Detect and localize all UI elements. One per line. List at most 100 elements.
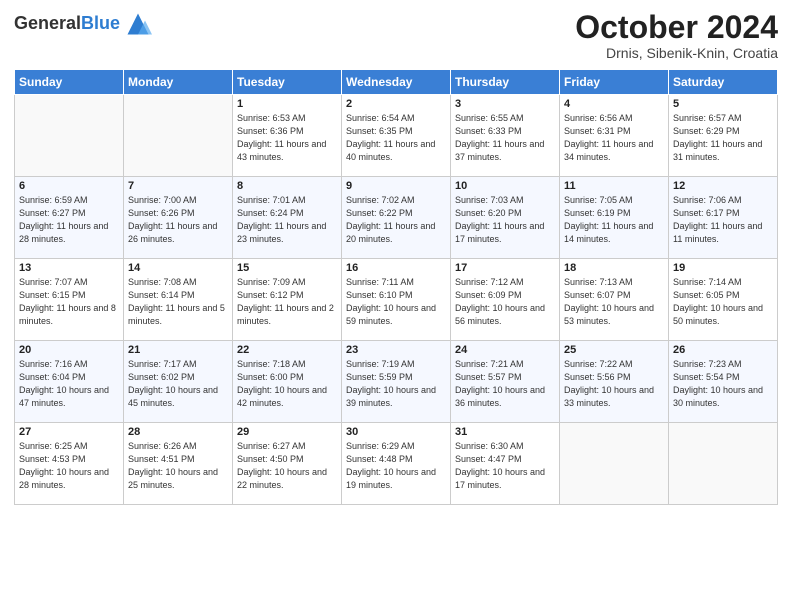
cell-info: Sunrise: 6:30 AM Sunset: 4:47 PM Dayligh…: [455, 440, 555, 492]
col-wednesday: Wednesday: [342, 70, 451, 95]
calendar-cell: 17Sunrise: 7:12 AM Sunset: 6:09 PM Dayli…: [451, 259, 560, 341]
calendar-cell: 27 Sunrise: 6:25 AM Sunset: 4:53 PM Dayli…: [15, 423, 124, 505]
calendar-cell: 1 Sunrise: 6:53 AM Sunset: 6:36 PM Daylig…: [233, 95, 342, 177]
day-number: 1: [237, 98, 337, 110]
day-number: 21: [128, 344, 228, 356]
cell-info: Sunrise: 7:07 AM Sunset: 6:15 PM Dayligh…: [19, 276, 119, 328]
month-title: October 2024: [575, 10, 778, 45]
cell-info: Sunrise: 7:09 AM Sunset: 6:12 PM Dayligh…: [237, 276, 337, 328]
calendar-cell: 11 Sunrise: 7:05 AM Sunset: 6:19 PM Dayli…: [560, 177, 669, 259]
cell-info: Sunrise: 7:23 AM Sunset: 5:54 PM Dayligh…: [673, 358, 773, 410]
calendar-cell: 12 Sunrise: 7:06 AM Sunset: 6:17 PM Dayli…: [669, 177, 778, 259]
cell-info: Sunrise: 7:11 AM Sunset: 6:10 PM Dayligh…: [346, 276, 446, 328]
cell-info: Sunrise: 7:17 AM Sunset: 6:02 PM Dayligh…: [128, 358, 228, 410]
calendar-cell: 18Sunrise: 7:13 AM Sunset: 6:07 PM Dayli…: [560, 259, 669, 341]
calendar-cell: [124, 95, 233, 177]
day-number: 14: [128, 262, 228, 274]
calendar-cell: 21 Sunrise: 7:17 AM Sunset: 6:02 PM Dayli…: [124, 341, 233, 423]
calendar-cell: 25Sunrise: 7:22 AM Sunset: 5:56 PM Dayli…: [560, 341, 669, 423]
day-number: 18: [564, 262, 664, 274]
day-number: 22: [237, 344, 337, 356]
calendar-cell: [15, 95, 124, 177]
header-row: Sunday Monday Tuesday Wednesday Thursday…: [15, 70, 778, 95]
calendar-cell: 19 Sunrise: 7:14 AM Sunset: 6:05 PM Dayli…: [669, 259, 778, 341]
calendar-body: 1 Sunrise: 6:53 AM Sunset: 6:36 PM Daylig…: [15, 95, 778, 505]
col-friday: Friday: [560, 70, 669, 95]
calendar-cell: 9 Sunrise: 7:02 AM Sunset: 6:22 PM Daylig…: [342, 177, 451, 259]
week-row-3: 13 Sunrise: 7:07 AM Sunset: 6:15 PM Dayli…: [15, 259, 778, 341]
cell-info: Sunrise: 6:26 AM Sunset: 4:51 PM Dayligh…: [128, 440, 228, 492]
title-block: October 2024 Drnis, Sibenik-Knin, Croati…: [575, 10, 778, 61]
calendar-cell: 30Sunrise: 6:29 AM Sunset: 4:48 PM Dayli…: [342, 423, 451, 505]
cell-info: Sunrise: 6:59 AM Sunset: 6:27 PM Dayligh…: [19, 194, 119, 246]
cell-info: Sunrise: 6:57 AM Sunset: 6:29 PM Dayligh…: [673, 112, 773, 164]
calendar-cell: 14Sunrise: 7:08 AM Sunset: 6:14 PM Dayli…: [124, 259, 233, 341]
cell-info: Sunrise: 7:05 AM Sunset: 6:19 PM Dayligh…: [564, 194, 664, 246]
day-number: 26: [673, 344, 773, 356]
day-number: 7: [128, 180, 228, 192]
day-number: 9: [346, 180, 446, 192]
day-number: 12: [673, 180, 773, 192]
day-number: 10: [455, 180, 555, 192]
day-number: 2: [346, 98, 446, 110]
calendar-cell: 26 Sunrise: 7:23 AM Sunset: 5:54 PM Dayli…: [669, 341, 778, 423]
cell-info: Sunrise: 6:56 AM Sunset: 6:31 PM Dayligh…: [564, 112, 664, 164]
cell-info: Sunrise: 7:19 AM Sunset: 5:59 PM Dayligh…: [346, 358, 446, 410]
day-number: 13: [19, 262, 119, 274]
day-number: 15: [237, 262, 337, 274]
cell-info: Sunrise: 7:01 AM Sunset: 6:24 PM Dayligh…: [237, 194, 337, 246]
cell-info: Sunrise: 7:18 AM Sunset: 6:00 PM Dayligh…: [237, 358, 337, 410]
cell-info: Sunrise: 6:53 AM Sunset: 6:36 PM Dayligh…: [237, 112, 337, 164]
location: Drnis, Sibenik-Knin, Croatia: [575, 45, 778, 61]
col-tuesday: Tuesday: [233, 70, 342, 95]
cell-info: Sunrise: 7:03 AM Sunset: 6:20 PM Dayligh…: [455, 194, 555, 246]
calendar-cell: 7Sunrise: 7:00 AM Sunset: 6:26 PM Daylig…: [124, 177, 233, 259]
day-number: 28: [128, 426, 228, 438]
cell-info: Sunrise: 7:12 AM Sunset: 6:09 PM Dayligh…: [455, 276, 555, 328]
calendar-cell: 31 Sunrise: 6:30 AM Sunset: 4:47 PM Dayli…: [451, 423, 560, 505]
day-number: 4: [564, 98, 664, 110]
calendar-cell: 16Sunrise: 7:11 AM Sunset: 6:10 PM Dayli…: [342, 259, 451, 341]
week-row-4: 20Sunrise: 7:16 AM Sunset: 6:04 PM Dayli…: [15, 341, 778, 423]
col-thursday: Thursday: [451, 70, 560, 95]
day-number: 6: [19, 180, 119, 192]
col-monday: Monday: [124, 70, 233, 95]
calendar-cell: 10 Sunrise: 7:03 AM Sunset: 6:20 PM Dayli…: [451, 177, 560, 259]
calendar-cell: 8 Sunrise: 7:01 AM Sunset: 6:24 PM Daylig…: [233, 177, 342, 259]
col-sunday: Sunday: [15, 70, 124, 95]
calendar-table: Sunday Monday Tuesday Wednesday Thursday…: [14, 69, 778, 505]
logo-icon: [124, 10, 152, 38]
cell-info: Sunrise: 6:27 AM Sunset: 4:50 PM Dayligh…: [237, 440, 337, 492]
week-row-2: 6 Sunrise: 6:59 AM Sunset: 6:27 PM Daylig…: [15, 177, 778, 259]
week-row-1: 1 Sunrise: 6:53 AM Sunset: 6:36 PM Daylig…: [15, 95, 778, 177]
calendar-cell: 20Sunrise: 7:16 AM Sunset: 6:04 PM Dayli…: [15, 341, 124, 423]
cell-info: Sunrise: 7:14 AM Sunset: 6:05 PM Dayligh…: [673, 276, 773, 328]
cell-info: Sunrise: 7:21 AM Sunset: 5:57 PM Dayligh…: [455, 358, 555, 410]
calendar-cell: 24Sunrise: 7:21 AM Sunset: 5:57 PM Dayli…: [451, 341, 560, 423]
calendar-cell: 6 Sunrise: 6:59 AM Sunset: 6:27 PM Daylig…: [15, 177, 124, 259]
calendar-cell: 15 Sunrise: 7:09 AM Sunset: 6:12 PM Dayli…: [233, 259, 342, 341]
day-number: 31: [455, 426, 555, 438]
day-number: 19: [673, 262, 773, 274]
day-number: 3: [455, 98, 555, 110]
logo-general-text: General: [14, 13, 81, 33]
day-number: 27: [19, 426, 119, 438]
cell-info: Sunrise: 6:25 AM Sunset: 4:53 PM Dayligh…: [19, 440, 119, 492]
cell-info: Sunrise: 7:06 AM Sunset: 6:17 PM Dayligh…: [673, 194, 773, 246]
cell-info: Sunrise: 6:54 AM Sunset: 6:35 PM Dayligh…: [346, 112, 446, 164]
cell-info: Sunrise: 7:22 AM Sunset: 5:56 PM Dayligh…: [564, 358, 664, 410]
calendar-cell: [560, 423, 669, 505]
header: GeneralBlue October 2024 Drnis, Sibenik-…: [14, 10, 778, 61]
page-container: GeneralBlue October 2024 Drnis, Sibenik-…: [0, 0, 792, 515]
week-row-5: 27 Sunrise: 6:25 AM Sunset: 4:53 PM Dayli…: [15, 423, 778, 505]
day-number: 11: [564, 180, 664, 192]
calendar-cell: 29Sunrise: 6:27 AM Sunset: 4:50 PM Dayli…: [233, 423, 342, 505]
calendar-cell: 13 Sunrise: 7:07 AM Sunset: 6:15 PM Dayli…: [15, 259, 124, 341]
calendar-cell: 22 Sunrise: 7:18 AM Sunset: 6:00 PM Dayli…: [233, 341, 342, 423]
calendar-cell: 3 Sunrise: 6:55 AM Sunset: 6:33 PM Daylig…: [451, 95, 560, 177]
calendar-header: Sunday Monday Tuesday Wednesday Thursday…: [15, 70, 778, 95]
cell-info: Sunrise: 6:55 AM Sunset: 6:33 PM Dayligh…: [455, 112, 555, 164]
calendar-cell: 28 Sunrise: 6:26 AM Sunset: 4:51 PM Dayli…: [124, 423, 233, 505]
cell-info: Sunrise: 7:02 AM Sunset: 6:22 PM Dayligh…: [346, 194, 446, 246]
day-number: 8: [237, 180, 337, 192]
